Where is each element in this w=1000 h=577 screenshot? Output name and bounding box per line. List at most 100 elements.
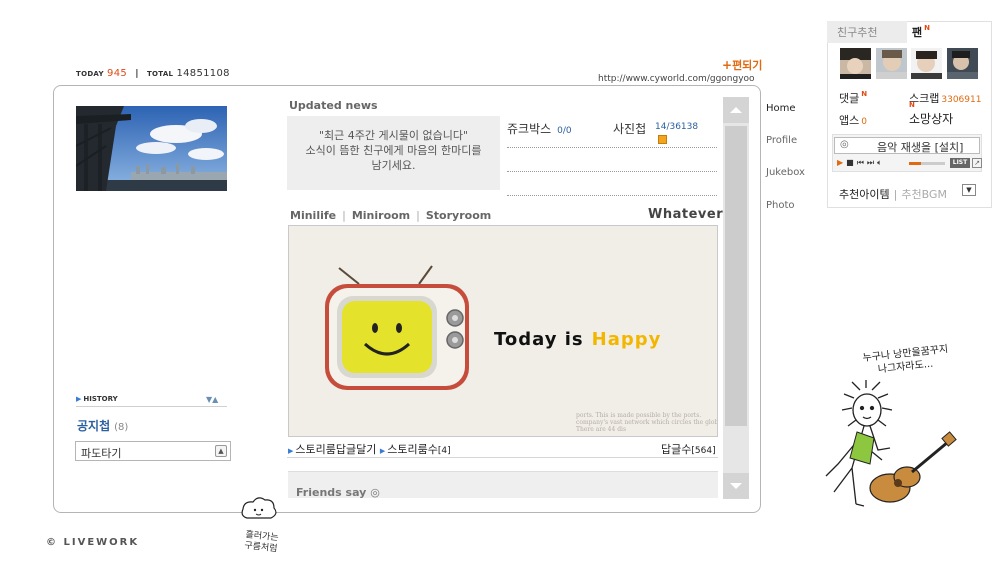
scrap-count: 3306911 <box>941 95 982 105</box>
nav-home[interactable]: Home <box>766 103 796 114</box>
guitar-doodle <box>825 380 957 507</box>
recommend-bgm-tab[interactable]: 추천BGM <box>901 188 947 201</box>
avatar[interactable] <box>911 48 942 79</box>
comments-link[interactable]: 댓글 N <box>839 90 867 106</box>
triangle-right-icon: ▶ <box>76 395 82 403</box>
scroll-up-button[interactable] <box>723 97 749 123</box>
cloud-doodle <box>241 497 277 519</box>
apps-link[interactable]: 앱스 0 <box>839 112 867 128</box>
wave-select[interactable]: 파도타기 ▲ <box>75 441 231 461</box>
tab-minilife[interactable]: Minilife <box>290 209 336 222</box>
notice-count: (8) <box>114 422 129 433</box>
photo-album-count: 14/36138 <box>655 122 699 132</box>
friends-say-title[interactable]: Friends say ◎ <box>296 486 380 499</box>
notice-board-title[interactable]: 공지첩 (8) <box>77 417 128 434</box>
reply-count-value: [564] <box>691 446 716 456</box>
become-fan-link[interactable]: +편되기 <box>722 57 762 73</box>
history-label[interactable]: ▶ HISTORY <box>76 395 118 403</box>
disc-icon: ◎ <box>840 139 849 150</box>
playlist-button[interactable]: LIST <box>950 158 970 168</box>
divider <box>287 457 718 458</box>
storyroom-reply-link[interactable]: 스토리룸답글달기 <box>295 443 376 456</box>
miniroom-image[interactable]: Today is Happy ports. This is made possib… <box>288 225 718 437</box>
copyright-icon: © <box>46 537 58 548</box>
nav-profile[interactable]: Profile <box>766 135 797 146</box>
tab-friend-recommend[interactable]: 친구추천 <box>827 21 907 43</box>
photo-album-link[interactable]: 사진첩 <box>613 120 646 137</box>
jukebox-label: 쥬크박스 <box>507 122 552 136</box>
happy-label: Happy <box>591 329 662 350</box>
today-count: 945 <box>107 68 128 79</box>
updated-message-line1: "최근 4주간 게시물이 없습니다" <box>318 129 469 142</box>
arrow-down-icon <box>730 483 742 489</box>
plus-icon: + <box>722 58 733 72</box>
storyroom-count-link[interactable]: 스토리룸수 <box>387 443 438 456</box>
recommend-item-tab[interactable]: 추천아이템 <box>839 188 890 201</box>
scroll-down-button[interactable] <box>723 473 749 499</box>
brand-name: LIVEWORK <box>63 537 140 548</box>
tab-storyroom[interactable]: Storyroom <box>426 209 491 222</box>
music-install-field[interactable]: 음악 재생을 [설치] <box>834 137 980 154</box>
newspaper-text: ports. This is made possible by the port… <box>576 412 718 433</box>
today-is-label: Today is <box>494 329 584 350</box>
play-icon[interactable]: ▶ <box>837 158 843 167</box>
dotted-divider <box>507 195 717 196</box>
total-count: 14851108 <box>176 68 230 79</box>
recommend-row: 추천아이템 | 추천BGM <box>839 186 947 202</box>
jukebox-link[interactable]: 쥬크박스 0/0 <box>507 120 572 137</box>
scrap-link[interactable]: 스크랩 3306911 <box>909 90 981 106</box>
tab-miniroom[interactable]: Miniroom <box>352 209 410 222</box>
become-fan-label: 편되기 <box>732 59 763 72</box>
counter-separator: | <box>135 69 139 79</box>
apps-label: 앱스 <box>839 114 860 127</box>
dotted-divider <box>507 171 717 172</box>
visitor-counter: today 945 | total 14851108 <box>76 68 230 79</box>
today-label: today <box>76 70 104 78</box>
friends-say-label: Friends say <box>296 486 367 499</box>
wish-box-label: 소망상자 <box>909 112 954 126</box>
avatar[interactable] <box>876 48 907 79</box>
popout-icon[interactable]: ↗ <box>972 158 982 168</box>
homepage-url[interactable]: http://www.cyworld.com/ggongyoo <box>598 74 755 84</box>
cloud-caption: 흘러가는 구름처럼 <box>244 530 279 555</box>
wave-select-label: 파도타기 <box>81 447 122 460</box>
avatar[interactable] <box>840 48 871 79</box>
storyroom-links: ▶ 스토리룸답글달기 ▶ 스토리룸수[4] <box>288 441 451 457</box>
nav-photo[interactable]: Photo <box>766 200 795 211</box>
volume-level <box>909 162 921 165</box>
nav-jukebox[interactable]: Jukebox <box>766 167 805 178</box>
new-mark: N <box>924 24 930 32</box>
profile-photo[interactable] <box>76 106 227 191</box>
reply-count-label: 답글수 <box>661 443 692 456</box>
reply-count: 답글수[564] <box>661 441 716 457</box>
chevron-down-icon[interactable]: ▼ <box>962 184 976 196</box>
scrollbar-thumb[interactable] <box>725 126 747 426</box>
new-badge-icon <box>658 135 667 144</box>
doodle-caption: 누구나 낭만을꿈꾸지 나그자라도... <box>862 343 950 378</box>
next-icon[interactable]: ⏭ <box>867 158 874 167</box>
tab-fan[interactable]: 팬N <box>912 24 930 40</box>
new-mark: N <box>861 90 868 98</box>
history-text: HISTORY <box>83 395 118 403</box>
stop-icon[interactable]: ■ <box>846 158 854 167</box>
wish-box-link[interactable]: N 소망상자 <box>909 101 954 127</box>
total-label: total <box>146 70 174 78</box>
music-controls: ▶ ■ ⏮ ⏭ 🔈︎ <box>837 158 885 168</box>
history-toggle-icon[interactable]: ▼▲ <box>206 395 218 404</box>
avatar[interactable] <box>947 48 978 79</box>
comments-label: 댓글 <box>839 92 860 105</box>
today-is-happy-text: Today is Happy <box>494 329 661 350</box>
apps-count: 0 <box>861 117 867 127</box>
updated-news-title: Updated news <box>289 99 378 112</box>
recommend-separator: | <box>893 188 898 201</box>
arrow-up-icon <box>730 107 742 113</box>
room-title: Whatever <box>648 207 724 222</box>
livework-logo: © LIVEWORK <box>46 537 139 548</box>
previous-icon[interactable]: ⏮ <box>857 158 864 167</box>
cloud-caption-line2: 구름처럼 <box>243 540 278 555</box>
storyroom-count: [4] <box>437 446 451 456</box>
chevron-up-icon[interactable]: ▲ <box>215 445 227 457</box>
room-tabs: Minilife | Miniroom | Storyroom <box>290 209 491 222</box>
volume-icon[interactable]: 🔈︎ <box>877 158 882 167</box>
notice-board-label: 공지첩 <box>77 419 111 433</box>
